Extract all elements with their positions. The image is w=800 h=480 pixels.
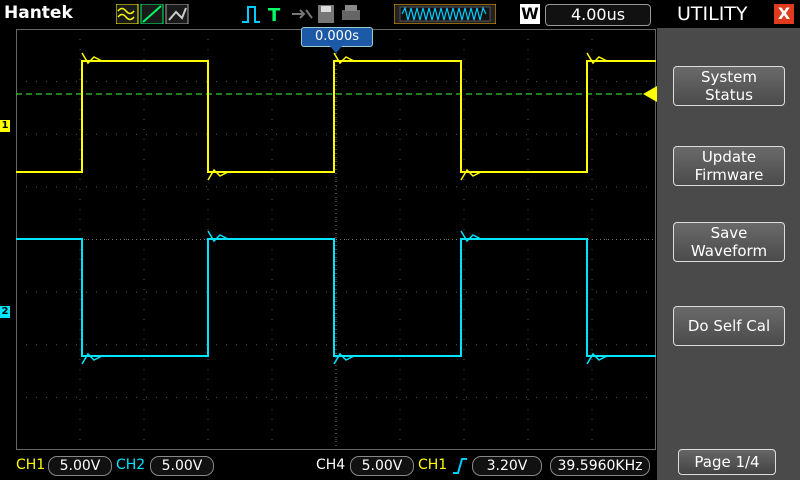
save-waveform-button[interactable]: Save Waveform (673, 222, 785, 262)
rising-edge-icon (453, 458, 467, 474)
top-status-bar: Hantek T W 4.00us (0, 0, 656, 28)
ch1-ground-marker[interactable]: 1 (0, 120, 10, 132)
page-button[interactable]: Page 1/4 (678, 449, 776, 475)
ch1-label: CH1 (16, 457, 46, 473)
trigger-level-value[interactable]: 3.20V (472, 456, 542, 476)
trigger-level-marker[interactable] (643, 86, 657, 102)
ch2-scale[interactable]: 5.00V (150, 456, 214, 476)
storage-icons (292, 5, 360, 23)
trigger-source-label: CH1 (418, 457, 448, 473)
frequency-readout: 39.5960KHz (550, 456, 650, 476)
utility-menu-panel: UTILITY X System Status Update Firmware … (657, 0, 800, 480)
system-status-button[interactable]: System Status (673, 66, 785, 106)
memory-position-indicator (394, 4, 496, 24)
update-firmware-button[interactable]: Update Firmware (673, 146, 785, 186)
trigger-position-arrow-icon (329, 45, 343, 53)
brand-logo: Hantek (4, 3, 73, 23)
ch4-label: CH4 (316, 457, 346, 473)
svg-text:T: T (268, 5, 281, 24)
ch2-label: CH2 (116, 457, 146, 473)
run-mode-badge: W (520, 4, 540, 24)
ch2-ground-marker[interactable]: 2 (0, 306, 10, 318)
bottom-status-bar: CH1 5.00V CH2 5.00V CH4 5.00V CH1 3.20V … (0, 451, 656, 480)
trigger-position-flag: 0.000s (301, 27, 373, 47)
self-cal-button[interactable]: Do Self Cal (673, 306, 785, 346)
ch4-scale[interactable]: 5.00V (350, 456, 414, 476)
acquire-mode-icons (116, 4, 189, 24)
waveform-display (16, 29, 656, 450)
ch1-scale[interactable]: 5.00V (48, 456, 112, 476)
menu-title: UTILITY (677, 3, 748, 25)
menu-header: UTILITY X (657, 0, 800, 28)
close-icon[interactable]: X (774, 4, 794, 24)
timebase-display[interactable]: 4.00us (545, 4, 651, 26)
